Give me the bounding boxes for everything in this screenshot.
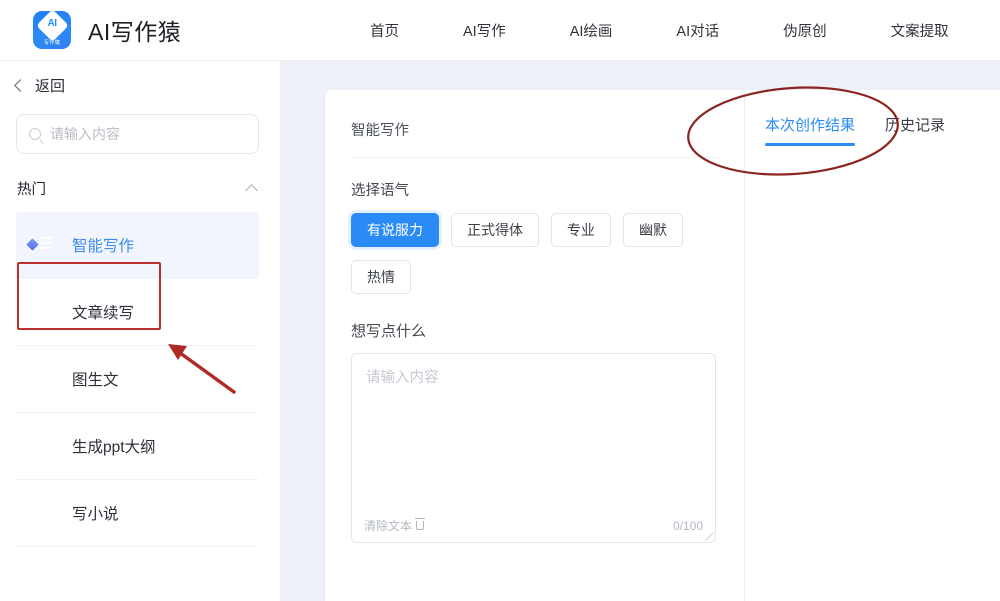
- doc-pen-icon: [34, 232, 60, 258]
- search-input[interactable]: 请输入内容: [16, 114, 259, 154]
- main-nav: 首页 AI写作 AI绘画 AI对话 伪原创 文案提取: [370, 0, 949, 61]
- page-title: 智能写作: [351, 119, 718, 158]
- sidebar: 返回 请输入内容 热门 智能写作 文章续写: [0, 61, 281, 601]
- prompt-label: 想写点什么: [351, 320, 718, 341]
- brand-title: AI写作猿: [88, 13, 181, 47]
- back-button[interactable]: 返回: [0, 61, 280, 109]
- sidebar-search: 请输入内容: [0, 109, 280, 154]
- sidebar-item-label: 写小说: [72, 502, 119, 524]
- layout-gutter: [281, 61, 297, 601]
- app-window: AI 写作猿 AI写作猿 首页 AI写作 AI绘画 AI对话 伪原创 文案提取 …: [0, 0, 1000, 601]
- tone-chip-formal[interactable]: 正式得体: [451, 213, 539, 247]
- main-area: 智能写作 选择语气 有说服力 正式得体 专业 幽默 热情 想写点什么 请输入内容…: [281, 61, 1000, 601]
- search-icon: [29, 128, 41, 140]
- tone-chip-enthusiastic[interactable]: 热情: [351, 260, 411, 294]
- tone-chip-humorous[interactable]: 幽默: [623, 213, 683, 247]
- sidebar-item-ppt-outline[interactable]: 生成ppt大纲: [16, 413, 259, 480]
- prompt-textarea[interactable]: 请输入内容 清除文本 0/100: [351, 353, 716, 543]
- tone-chip-persuasive[interactable]: 有说服力: [351, 213, 439, 247]
- top-header: AI 写作猿 AI写作猿 首页 AI写作 AI绘画 AI对话 伪原创 文案提取: [0, 0, 1000, 61]
- sidebar-menu: 智能写作 文章续写 图生文 生成ppt大纲: [0, 212, 280, 547]
- tab-current-result[interactable]: 本次创作结果: [765, 114, 855, 146]
- nav-ai-writing[interactable]: AI写作: [463, 20, 506, 41]
- sidebar-item-write-novel[interactable]: 写小说: [16, 480, 259, 547]
- doc-blue-icon: [34, 500, 60, 526]
- content-card: 智能写作 选择语气 有说服力 正式得体 专业 幽默 热情 想写点什么 请输入内容…: [325, 90, 1000, 601]
- nav-copy-extract[interactable]: 文案提取: [891, 20, 949, 41]
- chevron-left-icon: [14, 79, 27, 92]
- textarea-resize-handle[interactable]: [704, 531, 713, 540]
- image-to-text-icon: [34, 366, 60, 392]
- nav-ai-chat[interactable]: AI对话: [676, 20, 719, 41]
- sidebar-item-label: 图生文: [72, 368, 119, 390]
- app-logo-icon: AI 写作猿: [33, 11, 71, 49]
- section-header-hot[interactable]: 热门: [0, 154, 280, 199]
- sidebar-item-label: 文章续写: [72, 301, 134, 323]
- nav-rewrite[interactable]: 伪原创: [783, 20, 827, 41]
- chevron-up-icon[interactable]: [245, 184, 258, 197]
- brand[interactable]: AI 写作猿 AI写作猿: [33, 11, 181, 49]
- sidebar-item-label: 智能写作: [72, 234, 134, 256]
- logo-sub-text: 写作猿: [34, 38, 70, 46]
- section-title: 热门: [17, 178, 46, 199]
- clear-text-button[interactable]: 清除文本: [364, 517, 424, 534]
- trash-icon: [416, 521, 424, 530]
- clear-text-label: 清除文本: [364, 517, 412, 534]
- tone-chip-group: 有说服力 正式得体 专业 幽默 热情: [351, 213, 721, 294]
- textarea-footer: 清除文本 0/100: [364, 517, 703, 534]
- nav-home[interactable]: 首页: [370, 20, 399, 41]
- tone-label: 选择语气: [351, 179, 718, 200]
- form-panel: 智能写作 选择语气 有说服力 正式得体 专业 幽默 热情 想写点什么 请输入内容…: [325, 90, 745, 601]
- nav-ai-painting[interactable]: AI绘画: [570, 20, 613, 41]
- result-tabs: 本次创作结果 历史记录: [746, 90, 1000, 146]
- sidebar-item-image-to-text[interactable]: 图生文: [16, 346, 259, 413]
- doc-orange-icon: [34, 299, 60, 325]
- sidebar-item-smart-writing[interactable]: 智能写作: [16, 212, 259, 279]
- logo-ai-text: AI: [33, 18, 71, 29]
- back-label: 返回: [35, 75, 65, 96]
- tab-history[interactable]: 历史记录: [885, 114, 945, 146]
- sidebar-item-label: 生成ppt大纲: [72, 435, 156, 457]
- result-panel: 本次创作结果 历史记录: [746, 90, 1000, 601]
- sidebar-item-article-continue[interactable]: 文章续写: [16, 279, 259, 346]
- char-counter: 0/100: [673, 519, 703, 533]
- search-placeholder: 请输入内容: [50, 124, 120, 144]
- prompt-placeholder: 请输入内容: [366, 366, 439, 387]
- tone-chip-professional[interactable]: 专业: [551, 213, 611, 247]
- book-green-icon: [34, 433, 60, 459]
